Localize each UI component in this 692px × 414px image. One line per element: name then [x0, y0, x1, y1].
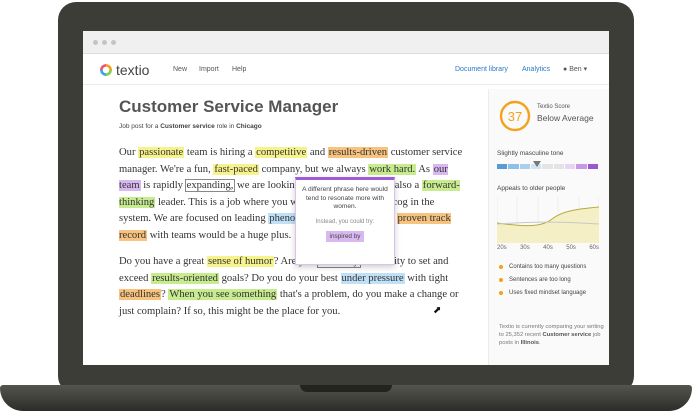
tone-segment: [542, 164, 553, 169]
tone-segment: [519, 164, 530, 169]
tone-segment: [497, 164, 508, 169]
laptop-notch: [300, 385, 392, 392]
highlighted-phrase[interactable]: deadlines: [119, 289, 162, 300]
logo[interactable]: textio: [100, 62, 149, 78]
text-run: with tight: [404, 272, 449, 284]
highlighted-phrase[interactable]: under pressure: [340, 272, 405, 284]
flag-text: Sentences are too long: [509, 277, 571, 283]
flag-text: Contains too many questions: [509, 264, 587, 270]
laptop-screen: textio New Import Help Document library …: [83, 31, 609, 365]
score-label: Textio Score: [537, 104, 571, 110]
footnote-role: Customer service: [542, 332, 592, 338]
browser-bar: [83, 31, 609, 54]
nav-analytics[interactable]: Analytics: [522, 66, 550, 73]
window-dot-minimize[interactable]: [102, 40, 107, 45]
text-run: Do you have a great: [119, 256, 207, 267]
flag-item[interactable]: Sentences are too long: [499, 277, 586, 283]
tone-segment: [576, 164, 587, 169]
text-run: with teams would be a huge plus.: [147, 229, 292, 241]
tone-bar: [497, 164, 599, 169]
document-body[interactable]: Our passionate team is hiring a competit…: [119, 145, 469, 330]
flag-item[interactable]: Contains too many questions: [499, 264, 586, 270]
window-dot-maximize[interactable]: [111, 40, 116, 45]
suggestion-tooltip: A different phrase here would tend to re…: [295, 177, 395, 265]
tone-segment: [553, 164, 564, 169]
app-nav: textio New Import Help Document library …: [83, 54, 609, 85]
chevron-down-icon: ▾: [583, 66, 588, 73]
flag-text: Uses fixed mindset language: [509, 290, 587, 296]
score-panel: 37 Textio Score Below Average Slightly m…: [488, 89, 609, 365]
text-run: As: [416, 163, 433, 175]
user-icon: ●: [563, 66, 568, 73]
subtitle-mid: role in: [214, 123, 237, 130]
nav-document-library[interactable]: Document library: [455, 66, 508, 73]
flag-dot-icon: [499, 278, 503, 282]
tone-segment: [564, 164, 576, 169]
text-run: is rapidly: [140, 180, 186, 191]
age-label-50s: 50s: [566, 245, 576, 251]
highlighted-phrase[interactable]: results-oriented: [151, 272, 219, 284]
nav-new[interactable]: New: [173, 66, 187, 73]
subtitle-location[interactable]: Chicago: [236, 123, 262, 130]
footnote-suffix: .: [538, 340, 541, 346]
age-label-60s: 60s: [589, 245, 599, 251]
user-name: Ben: [569, 66, 582, 73]
subtitle-role[interactable]: Customer service: [160, 123, 215, 130]
paragraph-1[interactable]: Our passionate team is hiring a competit…: [119, 145, 469, 244]
flag-dot-icon: [499, 265, 503, 269]
age-label-20s: 20s: [497, 245, 507, 251]
age-label-40s: 40s: [543, 245, 553, 251]
nav-help[interactable]: Help: [232, 66, 246, 73]
document-header: Customer Service Manager Job post for a …: [119, 97, 459, 130]
highlighted-phrase[interactable]: work hard.: [368, 163, 417, 175]
text-run: company, but we always: [258, 163, 369, 175]
age-chart: [497, 197, 599, 243]
highlighted-phrase[interactable]: sense of humor: [206, 256, 274, 267]
highlighted-phrase[interactable]: results-driven: [327, 147, 389, 158]
age-label-30s: 30s: [520, 245, 530, 251]
text-run: Our: [119, 147, 139, 158]
text-run: team is hiring a: [184, 147, 256, 158]
text-run: and: [307, 147, 328, 158]
score-value: Below Average: [537, 113, 594, 123]
highlighted-phrase[interactable]: expanding,: [184, 179, 236, 192]
highlighted-phrase[interactable]: passionate: [138, 147, 185, 158]
age-labels: 20s 30s 40s 50s 60s: [497, 245, 599, 251]
flag-list: Contains too many questions Sentences ar…: [499, 264, 586, 303]
textio-logo-icon: [100, 64, 112, 76]
score-number: 37: [507, 109, 523, 124]
document-subtitle: Job post for a Customer service role in …: [119, 123, 459, 130]
nav-import[interactable]: Import: [199, 66, 219, 73]
footnote-location: Illinois: [520, 340, 539, 346]
document-title[interactable]: Customer Service Manager: [119, 97, 459, 117]
older-label: Appeals to older people: [497, 185, 566, 192]
highlighted-phrase[interactable]: fast-paced: [213, 163, 259, 175]
tone-label: Slightly masculine tone: [497, 150, 564, 157]
suggestion-chip[interactable]: inspired by: [325, 230, 365, 242]
tone-segment: [587, 164, 598, 169]
tone-marker-icon: [533, 161, 541, 167]
tooltip-instead-label: Instead, you could try:: [315, 218, 375, 225]
window-dot-close[interactable]: [93, 40, 98, 45]
flag-item[interactable]: Uses fixed mindset language: [499, 290, 586, 296]
comparison-footnote: Textio is currently comparing your writi…: [499, 323, 604, 347]
tone-segment: [508, 164, 519, 169]
text-run: goals? Do you do your best: [218, 272, 341, 284]
paragraph-2[interactable]: Do you have a great sense of humor? Are …: [119, 254, 469, 320]
highlighted-phrase[interactable]: When you see something: [168, 289, 278, 300]
flag-dot-icon: [499, 291, 503, 295]
subtitle-prefix: Job post for a: [119, 123, 161, 130]
logo-text: textio: [116, 62, 150, 78]
tooltip-message: A different phrase here would tend to re…: [302, 186, 388, 210]
highlighted-phrase[interactable]: competitive: [255, 147, 308, 158]
user-menu[interactable]: ● Ben ▾: [563, 65, 587, 73]
mouse-cursor-icon: ⬈: [433, 305, 442, 316]
